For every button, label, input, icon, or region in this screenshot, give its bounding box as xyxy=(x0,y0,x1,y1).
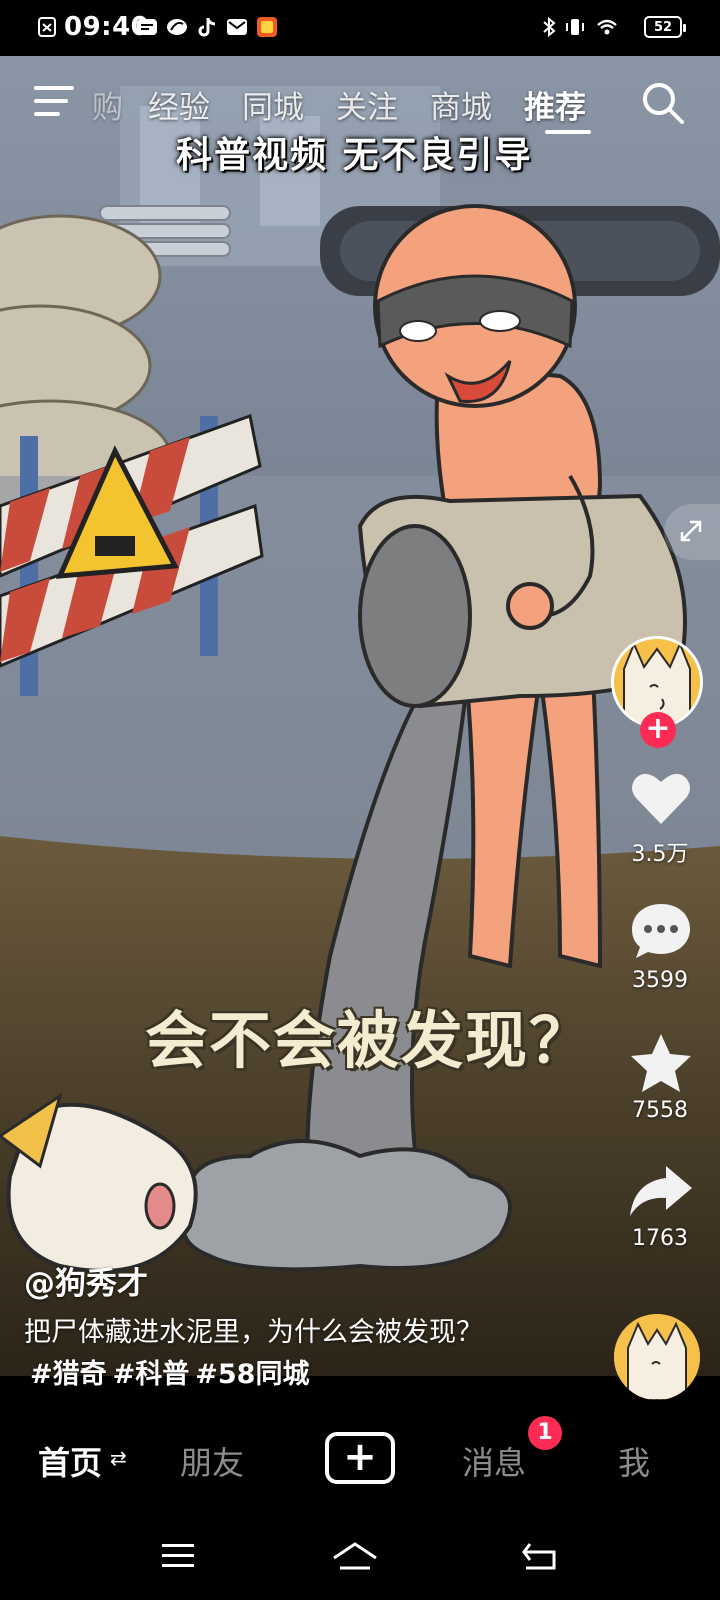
bluetooth-icon xyxy=(543,16,556,38)
menu-icon[interactable] xyxy=(34,84,76,118)
message-badge: 1 xyxy=(528,1416,562,1450)
hashtag[interactable]: #58同城 xyxy=(195,1359,309,1390)
tab-shopping-partial[interactable]: 购 xyxy=(92,82,123,127)
like-count: 3.5万 xyxy=(631,842,689,867)
back-icon[interactable] xyxy=(520,1540,560,1574)
bottom-navigation: 首页 ⇄ 朋友 + 消息 1 我 xyxy=(0,1410,720,1520)
message-icon xyxy=(137,19,157,35)
follow-button[interactable]: + xyxy=(640,712,676,748)
tab-experience[interactable]: 经验 xyxy=(148,82,210,127)
create-button[interactable]: + xyxy=(325,1432,395,1484)
fullscreen-button[interactable] xyxy=(664,504,720,560)
tiktok-icon xyxy=(198,18,216,37)
mail-icon xyxy=(227,19,247,35)
tab-following[interactable]: 关注 xyxy=(336,82,398,127)
battery-indicator: 52 xyxy=(644,16,686,38)
expand-icon xyxy=(680,520,702,542)
tab-recommend[interactable]: 推荐 xyxy=(524,82,586,127)
share-icon[interactable] xyxy=(628,1158,694,1224)
refresh-icon: ⇄ xyxy=(110,1446,127,1470)
comment-icon[interactable] xyxy=(628,898,694,964)
notification-icon xyxy=(38,17,56,37)
video-subtitle: 会不会被发现？ xyxy=(145,1004,594,1077)
author-name[interactable]: @狗秀才 xyxy=(24,1258,148,1303)
home-icon[interactable] xyxy=(330,1540,380,1574)
wifi-icon xyxy=(597,19,617,35)
app-icon xyxy=(167,19,187,35)
search-icon[interactable] xyxy=(640,80,686,126)
nav-friends[interactable]: 朋友 xyxy=(180,1438,244,1484)
nav-home[interactable]: 首页 xyxy=(38,1438,102,1484)
hashtag[interactable]: #猎奇 xyxy=(30,1359,107,1390)
favorite-count: 7558 xyxy=(632,1098,688,1123)
top-navigation: 购 经验 同城 关注 商城 推荐 xyxy=(0,72,720,134)
app-badge-icon xyxy=(257,17,277,37)
nav-me[interactable]: 我 xyxy=(618,1438,650,1484)
tab-mall[interactable]: 商城 xyxy=(430,82,492,127)
favorite-icon[interactable] xyxy=(628,1030,694,1096)
post-description: 把尸体藏进水泥里，为什么会被发现？ #猎奇 #科普 #58同城 xyxy=(24,1312,484,1396)
nav-messages[interactable]: 消息 xyxy=(462,1438,526,1484)
vibrate-icon xyxy=(566,19,584,35)
description-text: 把尸体藏进水泥里，为什么会被发现？ xyxy=(24,1317,483,1348)
comment-count: 3599 xyxy=(632,968,688,993)
music-disc-image xyxy=(614,1314,700,1400)
video-frame-illustration xyxy=(0,56,720,1376)
like-icon[interactable] xyxy=(628,766,694,832)
status-bar: 09:40 52 xyxy=(0,0,720,56)
recent-apps-icon[interactable] xyxy=(160,1540,196,1570)
video-player[interactable] xyxy=(0,56,720,1376)
video-banner-text: 科普视频 无不良引导 xyxy=(176,135,533,176)
share-count: 1763 xyxy=(632,1226,688,1251)
tab-local[interactable]: 同城 xyxy=(242,82,304,127)
plus-icon: + xyxy=(343,1434,377,1480)
active-tab-indicator xyxy=(545,130,591,134)
music-disc[interactable] xyxy=(614,1314,700,1400)
hashtag[interactable]: #科普 xyxy=(113,1359,190,1390)
system-navigation xyxy=(0,1520,720,1600)
